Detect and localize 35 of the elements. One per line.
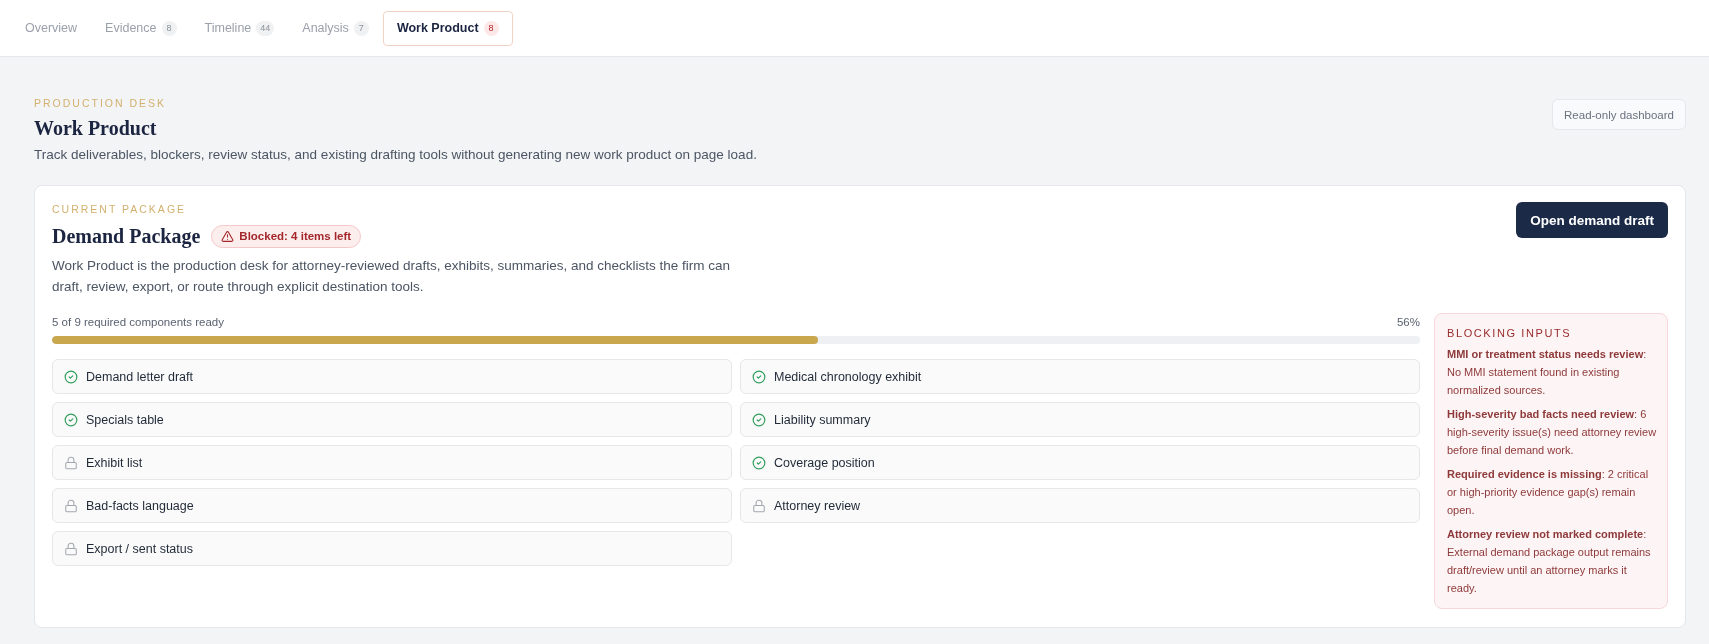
blocker-text: MMI or treatment status needs review: No MMI statement found in existing normalized sources. [1447, 347, 1648, 398]
progress-label: 5 of 9 required components ready [52, 315, 224, 330]
tab[interactable]: Analysis 7 [288, 10, 383, 46]
tab[interactable]: Evidence 8 [91, 10, 191, 46]
component-label: Liability summary [774, 412, 871, 427]
panel-title: BLOCKING INPUTS [1447, 326, 1573, 340]
component-label: Attorney review [774, 498, 861, 513]
blocker-text: Attorney review not marked complete: External demand package output remains draft/review until an attorney marks it ready. [1447, 527, 1652, 596]
section-eyebrow: PRODUCTION DESK [34, 97, 168, 110]
card-eyebrow: CURRENT PACKAGE [52, 203, 188, 216]
count-badge: 44 [256, 20, 275, 36]
status-text: Blocked: 4 items left [239, 230, 352, 242]
warning-icon [221, 229, 235, 243]
read-only-indicator: Read-only dashboard [1552, 99, 1686, 130]
component-label: Export / sent status [86, 541, 193, 556]
component-label: Specials table [86, 412, 164, 427]
count-badge: 8 [483, 20, 499, 36]
component-label: Exhibit list [86, 455, 143, 470]
open-draft-button[interactable]: Open demand draft [1516, 202, 1668, 238]
count-badge: 7 [353, 20, 369, 36]
tab[interactable]: Work Product 8 [382, 10, 513, 46]
page-title: Work Product [34, 116, 158, 141]
count-badge: 8 [161, 20, 177, 36]
progress-percent: 56% [1396, 315, 1420, 330]
blocker-text: Required evidence is missing: 2 critical or high-priority evidence gap(s) remain open. [1447, 467, 1650, 518]
component-label: Coverage position [774, 455, 875, 470]
component-label: Demand letter draft [86, 369, 193, 384]
tab[interactable]: Overview [11, 10, 92, 46]
component-label: Bad-facts language [86, 498, 194, 513]
package-title: Demand Package [52, 224, 201, 250]
page-subtitle: Track deliverables, blockers, review status, and existing drafting tools without generating new work product on page load. [34, 146, 757, 164]
tab[interactable]: Timeline 44 [190, 10, 289, 46]
component-label: Medical chronology exhibit [774, 369, 922, 384]
package-description: Work Product is the production desk for attorney-reviewed drafts, exhibits, summaries, and checklists the firm can draft, review, export, or route through explicit destination tools. [52, 257, 732, 296]
blocker-text: High-severity bad facts need review: 6 high-severity issue(s) need attorney review before final demand work. [1447, 407, 1657, 458]
